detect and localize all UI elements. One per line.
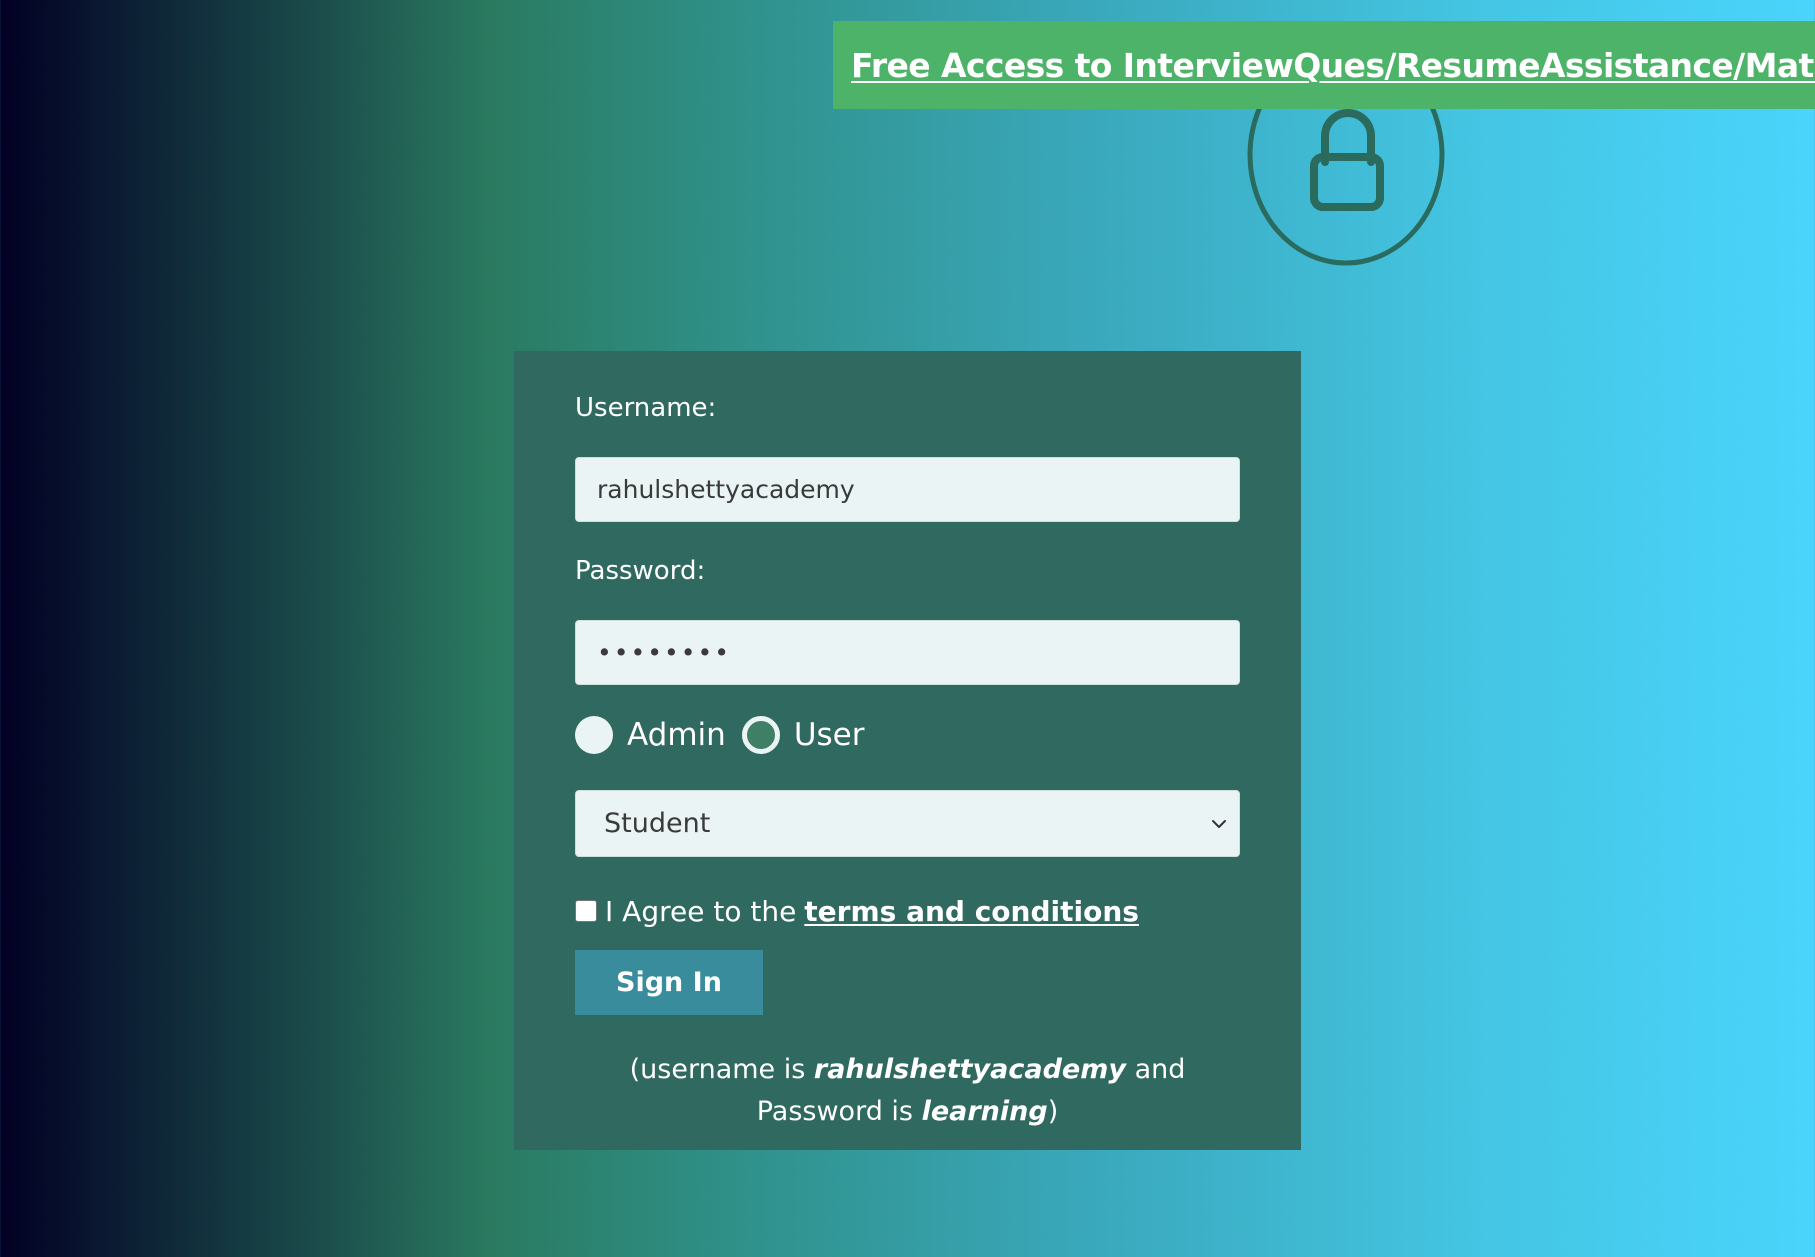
password-input[interactable] xyxy=(575,620,1240,685)
sign-in-button[interactable]: Sign In xyxy=(575,950,763,1015)
role-radio-group: Admin User xyxy=(575,713,1240,757)
terms-link[interactable]: terms and conditions xyxy=(804,895,1139,928)
hint-part3: ) xyxy=(1047,1096,1059,1127)
hint-part1: (username is xyxy=(629,1054,806,1085)
username-label: Username: xyxy=(575,393,717,423)
terms-checkbox[interactable] xyxy=(575,900,597,922)
terms-prefix: I Agree to the xyxy=(605,894,797,928)
username-input[interactable] xyxy=(575,457,1240,522)
role-select[interactable]: Student xyxy=(575,790,1240,857)
free-access-link[interactable]: Free Access to InterviewQues/ResumeAssis… xyxy=(851,46,1815,85)
hint-password: learning xyxy=(921,1096,1048,1127)
credentials-hint: (username is rahulshettyacademy and Pass… xyxy=(575,1049,1240,1133)
admin-radio-label: Admin xyxy=(627,717,726,753)
login-form: Username: Password: Admin User Student I… xyxy=(514,351,1301,1150)
terms-row: I Agree to the terms and conditions xyxy=(575,891,1240,931)
user-radio-label: User xyxy=(793,717,865,753)
chevron-down-icon xyxy=(1212,819,1226,828)
role-select-value: Student xyxy=(604,808,711,839)
admin-radio[interactable] xyxy=(575,716,613,754)
user-radio[interactable] xyxy=(741,716,780,754)
password-label: Password: xyxy=(575,556,706,586)
top-banner: Free Access to InterviewQues/ResumeAssis… xyxy=(833,21,1815,109)
hint-username: rahulshettyacademy xyxy=(813,1054,1126,1085)
